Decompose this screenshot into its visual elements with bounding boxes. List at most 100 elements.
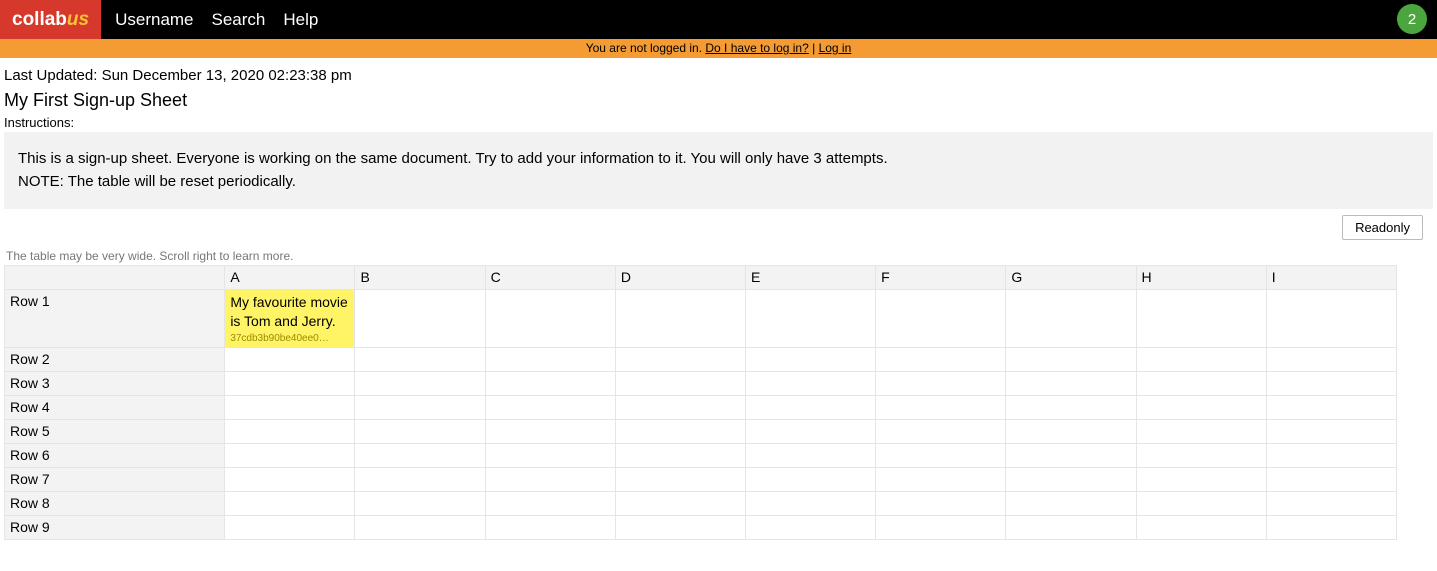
- cell[interactable]: [1266, 491, 1396, 515]
- row-header[interactable]: Row 8: [5, 491, 225, 515]
- cell[interactable]: [1266, 347, 1396, 371]
- cell[interactable]: [355, 491, 485, 515]
- cell[interactable]: [746, 467, 876, 491]
- cell[interactable]: [615, 371, 745, 395]
- cell[interactable]: [1006, 347, 1136, 371]
- cell[interactable]: [876, 290, 1006, 348]
- cell[interactable]: [615, 467, 745, 491]
- cell[interactable]: [485, 443, 615, 467]
- cell[interactable]: [355, 419, 485, 443]
- notice-link-login[interactable]: Log in: [819, 41, 852, 55]
- cell[interactable]: [746, 491, 876, 515]
- row-header[interactable]: Row 5: [5, 419, 225, 443]
- cell[interactable]: [1006, 515, 1136, 539]
- cell[interactable]: [225, 419, 355, 443]
- cell[interactable]: [355, 515, 485, 539]
- cell[interactable]: [1266, 290, 1396, 348]
- cell[interactable]: [485, 290, 615, 348]
- cell[interactable]: [1136, 467, 1266, 491]
- cell[interactable]: [1266, 515, 1396, 539]
- cell[interactable]: [225, 467, 355, 491]
- cell[interactable]: [876, 467, 1006, 491]
- row-header[interactable]: Row 2: [5, 347, 225, 371]
- col-header[interactable]: F: [876, 266, 1006, 290]
- cell[interactable]: My favourite movie is Tom and Jerry. 37c…: [225, 290, 355, 348]
- row-header[interactable]: Row 4: [5, 395, 225, 419]
- sheet-scroll[interactable]: A B C D E F G H I Row 1 My favourite mov…: [4, 265, 1433, 540]
- cell[interactable]: [876, 515, 1006, 539]
- cell[interactable]: [746, 515, 876, 539]
- col-header[interactable]: I: [1266, 266, 1396, 290]
- cell[interactable]: [355, 347, 485, 371]
- cell[interactable]: [225, 443, 355, 467]
- cell[interactable]: [225, 515, 355, 539]
- cell[interactable]: [1006, 371, 1136, 395]
- cell[interactable]: [225, 395, 355, 419]
- cell[interactable]: [1136, 443, 1266, 467]
- cell[interactable]: [355, 290, 485, 348]
- cell[interactable]: [1006, 467, 1136, 491]
- cell[interactable]: [876, 347, 1006, 371]
- cell[interactable]: [1136, 515, 1266, 539]
- cell[interactable]: [746, 371, 876, 395]
- cell[interactable]: [1136, 419, 1266, 443]
- col-header[interactable]: D: [615, 266, 745, 290]
- cell[interactable]: [355, 443, 485, 467]
- col-header[interactable]: E: [746, 266, 876, 290]
- cell[interactable]: [876, 371, 1006, 395]
- cell[interactable]: [485, 419, 615, 443]
- cell[interactable]: [876, 443, 1006, 467]
- cell[interactable]: [1266, 443, 1396, 467]
- notice-link-faq[interactable]: Do I have to log in?: [705, 41, 808, 55]
- col-header[interactable]: B: [355, 266, 485, 290]
- cell[interactable]: [1006, 491, 1136, 515]
- row-header[interactable]: Row 9: [5, 515, 225, 539]
- row-header[interactable]: Row 1: [5, 290, 225, 348]
- col-header[interactable]: A: [225, 266, 355, 290]
- cell[interactable]: [225, 347, 355, 371]
- cell[interactable]: [615, 395, 745, 419]
- cell[interactable]: [876, 419, 1006, 443]
- cell[interactable]: [485, 395, 615, 419]
- cell[interactable]: [615, 290, 745, 348]
- cell[interactable]: [1006, 395, 1136, 419]
- cell[interactable]: [225, 491, 355, 515]
- cell[interactable]: [1266, 419, 1396, 443]
- cell[interactable]: [1136, 491, 1266, 515]
- cell[interactable]: [615, 515, 745, 539]
- row-header[interactable]: Row 6: [5, 443, 225, 467]
- nav-username[interactable]: Username: [115, 10, 193, 30]
- cell[interactable]: [1136, 347, 1266, 371]
- cell[interactable]: [485, 347, 615, 371]
- cell[interactable]: [876, 491, 1006, 515]
- cell[interactable]: [1266, 467, 1396, 491]
- cell[interactable]: [615, 491, 745, 515]
- cell[interactable]: [225, 371, 355, 395]
- cell[interactable]: [615, 347, 745, 371]
- cell[interactable]: [615, 443, 745, 467]
- cell[interactable]: [746, 443, 876, 467]
- row-header[interactable]: Row 3: [5, 371, 225, 395]
- cell[interactable]: [1266, 371, 1396, 395]
- cell[interactable]: [615, 419, 745, 443]
- cell[interactable]: [1136, 395, 1266, 419]
- row-header[interactable]: Row 7: [5, 467, 225, 491]
- cell[interactable]: [485, 467, 615, 491]
- cell[interactable]: [746, 395, 876, 419]
- cell[interactable]: [876, 395, 1006, 419]
- cell[interactable]: [355, 467, 485, 491]
- col-header[interactable]: G: [1006, 266, 1136, 290]
- cell[interactable]: [485, 515, 615, 539]
- nav-help[interactable]: Help: [283, 10, 318, 30]
- col-header[interactable]: H: [1136, 266, 1266, 290]
- brand-logo[interactable]: collabus: [0, 0, 101, 39]
- cell[interactable]: [485, 491, 615, 515]
- cell[interactable]: [1266, 395, 1396, 419]
- nav-search[interactable]: Search: [212, 10, 266, 30]
- cell[interactable]: [355, 371, 485, 395]
- cell[interactable]: [746, 347, 876, 371]
- cell[interactable]: [485, 371, 615, 395]
- cell[interactable]: [746, 290, 876, 348]
- cell[interactable]: [1006, 443, 1136, 467]
- notification-badge[interactable]: 2: [1397, 4, 1427, 34]
